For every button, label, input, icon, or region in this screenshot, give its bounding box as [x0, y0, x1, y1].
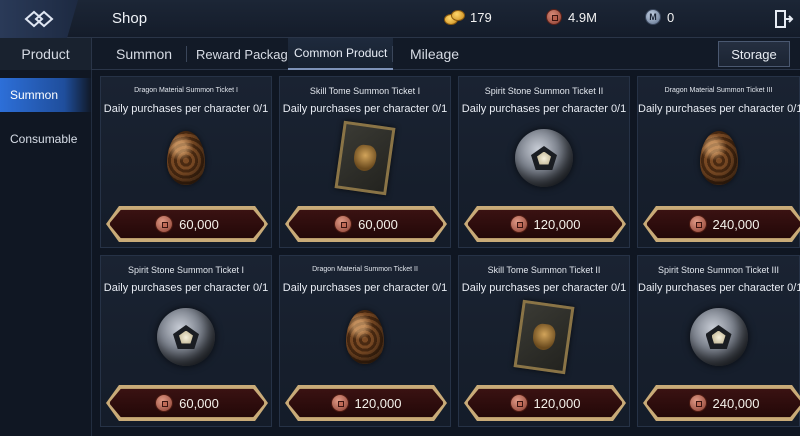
- purchase-limit: Daily purchases per character 0/1: [638, 103, 800, 115]
- tab-divider: [186, 46, 187, 62]
- copper-coin-icon: [688, 215, 707, 233]
- back-button[interactable]: [0, 0, 78, 38]
- product-art: [101, 300, 271, 374]
- product-name: Skill Tome Summon Ticket I: [309, 86, 421, 96]
- tab-common-product[interactable]: Common Product: [288, 38, 394, 70]
- tab-divider: [392, 46, 393, 62]
- buy-button[interactable]: 60,000: [288, 209, 444, 239]
- purchase-limit: Daily purchases per character 0/1: [282, 282, 448, 294]
- product-art: [280, 120, 450, 196]
- product-art: [638, 121, 799, 195]
- spirit-stone-icon: [157, 308, 215, 366]
- copper-coin-icon: [155, 394, 174, 412]
- buy-button[interactable]: 120,000: [467, 209, 623, 239]
- product-art: [459, 121, 629, 195]
- product-card[interactable]: Dragon Material Summon Ticket II Daily p…: [279, 255, 451, 427]
- product-art: [459, 299, 629, 375]
- gold-currency: 179: [444, 9, 492, 25]
- copper-coin-icon: [155, 215, 174, 233]
- buy-button[interactable]: 60,000: [109, 209, 265, 239]
- exit-door-icon: [775, 10, 794, 28]
- back-arrow-icon: [24, 10, 54, 28]
- price-value: 60,000: [179, 216, 219, 232]
- tab-mileage[interactable]: Mileage: [410, 38, 459, 70]
- storage-button[interactable]: Storage: [718, 41, 790, 67]
- product-name: Spirit Stone Summon Ticket I: [127, 265, 245, 275]
- spirit-stone-icon: [515, 129, 573, 187]
- copper-currency: 4.9M: [546, 9, 597, 25]
- price-value: 120,000: [533, 395, 581, 411]
- mileage-currency: M 0: [645, 9, 674, 25]
- product-card[interactable]: Spirit Stone Summon Ticket II Daily purc…: [458, 76, 630, 248]
- tab-product[interactable]: Product: [0, 38, 92, 70]
- purchase-limit: Daily purchases per character 0/1: [103, 103, 269, 115]
- skill-tome-icon: [334, 120, 396, 196]
- mileage-m-icon: M: [645, 9, 661, 25]
- price-value: 120,000: [354, 395, 402, 411]
- product-name: Spirit Stone Summon Ticket II: [484, 86, 604, 96]
- exit-button[interactable]: [772, 8, 794, 30]
- product-card[interactable]: Skill Tome Summon Ticket I Daily purchas…: [279, 76, 451, 248]
- buy-button[interactable]: 240,000: [646, 388, 800, 418]
- price-value: 60,000: [179, 395, 219, 411]
- copper-coin-icon: [546, 9, 562, 25]
- price-value: 240,000: [712, 216, 760, 232]
- dragon-egg-icon: [167, 131, 205, 185]
- skill-tome-icon: [513, 299, 575, 375]
- gold-coins-icon: [444, 9, 465, 25]
- purchase-limit: Daily purchases per character 0/1: [461, 103, 627, 115]
- product-name: Dragon Material Summon Ticket I: [134, 87, 238, 94]
- gold-amount: 179: [470, 9, 492, 25]
- product-grid: Dragon Material Summon Ticket I Daily pu…: [92, 70, 800, 436]
- purchase-limit: Daily purchases per character 0/1: [461, 282, 627, 294]
- sidebar-item-summon[interactable]: Summon: [0, 78, 92, 112]
- price-value: 240,000: [712, 395, 760, 411]
- copper-coin-icon: [509, 394, 528, 412]
- copper-amount: 4.9M: [568, 9, 597, 25]
- purchase-limit: Daily purchases per character 0/1: [282, 103, 448, 115]
- product-card[interactable]: Dragon Material Summon Ticket III Daily …: [637, 76, 800, 248]
- product-name: Dragon Material Summon Ticket II: [312, 266, 418, 273]
- spirit-stone-icon: [689, 308, 748, 366]
- product-name: Skill Tome Summon Ticket II: [487, 265, 601, 275]
- sidebar-item-consumable[interactable]: Consumable: [0, 122, 92, 156]
- copper-coin-icon: [688, 394, 707, 412]
- copper-coin-icon: [509, 215, 528, 233]
- product-art: [101, 121, 271, 195]
- product-card[interactable]: Spirit Stone Summon Ticket III Daily pur…: [637, 255, 800, 427]
- product-art: [280, 300, 450, 374]
- copper-coin-icon: [334, 215, 353, 233]
- purchase-limit: Daily purchases per character 0/1: [103, 282, 269, 294]
- purchase-limit: Daily purchases per character 0/1: [638, 282, 800, 294]
- product-art: [638, 300, 799, 374]
- price-value: 60,000: [358, 216, 398, 232]
- copper-coin-icon: [330, 394, 349, 412]
- price-value: 120,000: [533, 216, 581, 232]
- product-card[interactable]: Dragon Material Summon Ticket I Daily pu…: [100, 76, 272, 248]
- buy-button[interactable]: 120,000: [467, 388, 623, 418]
- product-card[interactable]: Spirit Stone Summon Ticket I Daily purch…: [100, 255, 272, 427]
- category-tabs: Product Summon Reward Package Common Pro…: [0, 38, 800, 70]
- tab-reward-package[interactable]: Reward Package: [196, 38, 295, 70]
- buy-button[interactable]: 60,000: [109, 388, 265, 418]
- buy-button[interactable]: 120,000: [288, 388, 444, 418]
- tab-summon[interactable]: Summon: [116, 38, 172, 70]
- product-name: Spirit Stone Summon Ticket III: [657, 265, 780, 275]
- buy-button[interactable]: 240,000: [646, 209, 800, 239]
- mileage-amount: 0: [667, 9, 675, 25]
- page-title: Shop: [112, 10, 148, 27]
- dragon-egg-icon: [346, 310, 384, 364]
- dragon-egg-icon: [699, 131, 738, 185]
- product-card[interactable]: Skill Tome Summon Ticket II Daily purcha…: [458, 255, 630, 427]
- sidebar: Summon Consumable: [0, 70, 92, 436]
- top-bar: Shop 179 4.9M M 0: [0, 0, 800, 38]
- product-name: Dragon Material Summon Ticket III: [664, 87, 773, 94]
